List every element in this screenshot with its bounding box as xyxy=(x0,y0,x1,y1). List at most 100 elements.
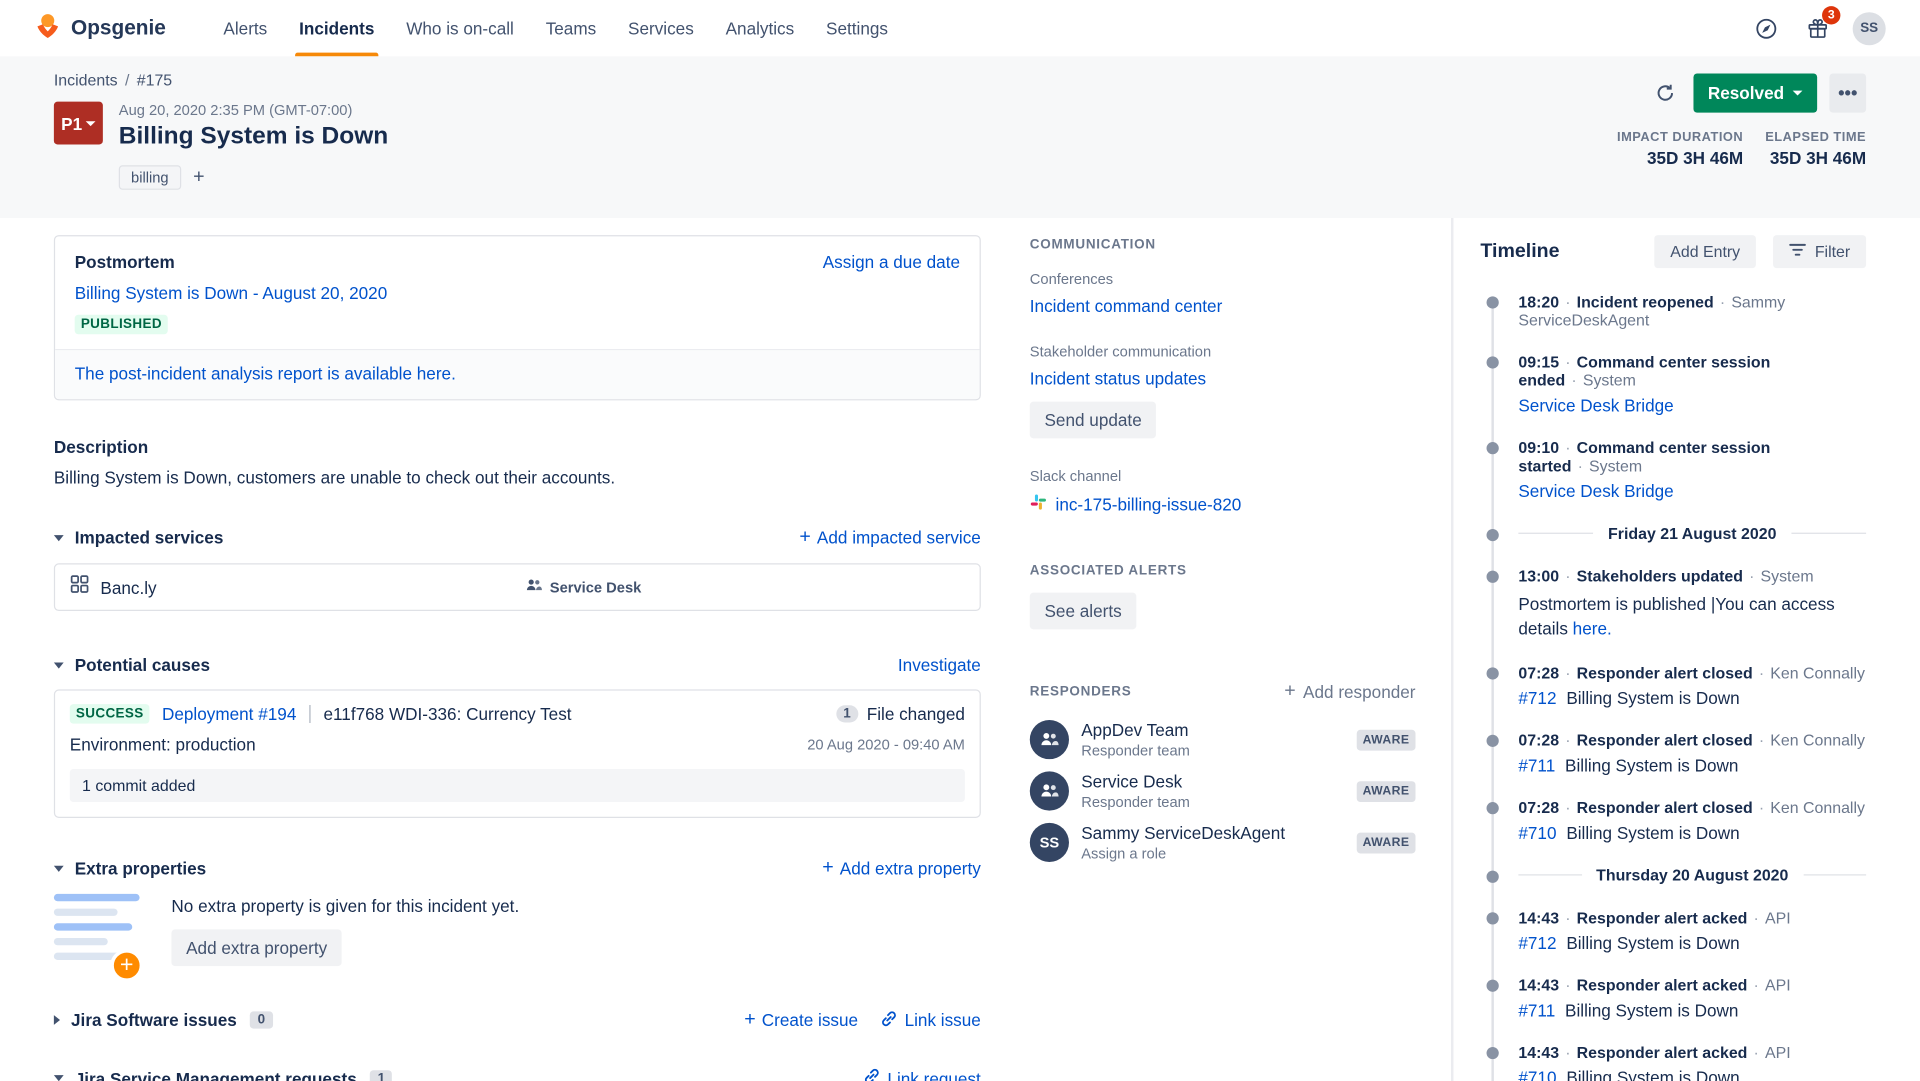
divider: | xyxy=(307,702,313,724)
commits-note[interactable]: 1 commit added xyxy=(69,768,965,803)
timeline-here-link[interactable]: here. xyxy=(1573,618,1612,638)
timeline-dot xyxy=(1486,802,1499,815)
postmortem-report-link[interactable]: Billing System is Down - August 20, 2020 xyxy=(75,283,960,303)
timeline-alert-link[interactable]: #712 xyxy=(1518,933,1556,953)
nav-item-analytics[interactable]: Analytics xyxy=(710,0,810,56)
chevron-down-icon xyxy=(85,120,96,126)
timeline-dot xyxy=(1486,870,1499,883)
tag-chip[interactable]: billing xyxy=(118,165,181,190)
add-responder-link[interactable]: + Add responder xyxy=(1284,681,1415,703)
impacted-services-header: Impacted services + Add impacted service xyxy=(53,527,981,549)
elapsed-time-label: ELAPSED TIME xyxy=(1765,129,1867,145)
plus-icon: + xyxy=(799,526,811,548)
jira-requests-header: Jira Service Management requests 1 Link … xyxy=(53,1068,981,1081)
gift-icon[interactable]: 3 xyxy=(1801,6,1841,44)
chevron-down-icon[interactable] xyxy=(53,1075,64,1081)
responder-list: AppDev Team Responder team AWARE Service De… xyxy=(1029,720,1416,863)
nav-item-alerts[interactable]: Alerts xyxy=(208,0,284,56)
refresh-icon[interactable] xyxy=(1649,77,1681,109)
assign-due-date-link[interactable]: Assign a due date xyxy=(823,252,960,272)
timeline-entry-time: 07:28 xyxy=(1518,798,1560,817)
description-title: Description xyxy=(53,437,149,457)
nav-item-incidents[interactable]: Incidents xyxy=(283,0,390,57)
responder-row[interactable]: Service Desk Responder team AWARE xyxy=(1029,771,1416,811)
responder-subtitle[interactable]: Assign a role xyxy=(1081,845,1285,862)
investigate-link[interactable]: Investigate xyxy=(898,655,981,675)
timeline-dot xyxy=(1486,1046,1499,1060)
status-button[interactable]: Resolved xyxy=(1693,73,1818,113)
add-extra-property-button[interactable]: Add extra property xyxy=(171,929,342,967)
more-actions-button[interactable]: ••• xyxy=(1829,73,1867,113)
chevron-down-icon[interactable] xyxy=(53,534,64,541)
timeline-entry-event: Responder alert closed xyxy=(1576,798,1753,817)
timeline-entry-event: Stakeholders updated xyxy=(1576,566,1743,586)
timeline-alert-text: Billing System is Down xyxy=(1566,1067,1740,1081)
timeline-bridge-link[interactable]: Service Desk Bridge xyxy=(1518,481,1673,501)
description-section: Description Billing System is Down, cust… xyxy=(54,437,981,487)
timeline-panel: Timeline Add Entry Filter 18:20 · Incide… xyxy=(1451,217,1920,1081)
link-icon xyxy=(880,1010,897,1031)
timeline-entry: 13:00 · Stakeholders updated · System Postmor… xyxy=(1486,566,1866,640)
incident-command-center-link[interactable]: Incident command center xyxy=(1030,296,1416,316)
timeline-body: 18:20 · Incident reopened · Sammy ServiceDes… xyxy=(1486,293,1920,1081)
timeline-entry-time: 14:43 xyxy=(1518,975,1560,995)
postmortem-title: Postmortem xyxy=(74,252,175,272)
brand[interactable]: Opsgenie xyxy=(34,12,166,45)
timeline-entry-event: Responder alert acked xyxy=(1576,975,1748,995)
add-tag-button[interactable]: + xyxy=(193,167,204,188)
compass-icon[interactable] xyxy=(1750,12,1782,44)
nav-item-settings[interactable]: Settings xyxy=(810,0,904,56)
timeline-alert-link[interactable]: #712 xyxy=(1518,688,1556,708)
incident-status-updates-link[interactable]: Incident status updates xyxy=(1030,369,1416,389)
chevron-down-icon[interactable] xyxy=(53,661,64,668)
nav-item-teams[interactable]: Teams xyxy=(530,0,612,56)
send-update-button[interactable]: Send update xyxy=(1029,401,1157,439)
timeline-dot xyxy=(1486,667,1499,680)
timeline-entry-time: 07:28 xyxy=(1518,731,1560,750)
create-issue-link[interactable]: + Create issue xyxy=(744,1009,858,1031)
add-entry-button[interactable]: Add Entry xyxy=(1654,235,1757,269)
slack-channel-link[interactable]: inc-175-billing-issue-820 xyxy=(1030,493,1241,514)
filter-button[interactable]: Filter xyxy=(1773,235,1867,269)
communication-title: COMMUNICATION xyxy=(1029,237,1156,253)
jira-requests-title: Jira Service Management requests xyxy=(74,1068,357,1081)
timeline-dot xyxy=(1486,296,1499,309)
breadcrumb-incidents-link[interactable]: Incidents xyxy=(54,71,118,89)
link-issue-link[interactable]: Link issue xyxy=(880,1010,981,1031)
jira-software-count: 0 xyxy=(250,1011,273,1029)
add-impacted-service-link[interactable]: + Add impacted service xyxy=(799,527,980,549)
nav-links: Alerts Incidents Who is on-call Teams Servic… xyxy=(208,0,904,57)
timeline-alert-link[interactable]: #710 xyxy=(1518,823,1556,843)
extra-properties-body: + No extra property is given for this in… xyxy=(53,893,981,983)
responder-row[interactable]: SS Sammy ServiceDeskAgent Assign a role AWA… xyxy=(1029,822,1416,863)
priority-label: P1 xyxy=(61,113,83,133)
side-column: COMMUNICATION Conferences Incident comma… xyxy=(1029,218,1416,1081)
service-icon xyxy=(70,574,90,600)
timeline-alert-link[interactable]: #711 xyxy=(1518,756,1555,776)
impacted-service-row[interactable]: Banc.ly Service Desk xyxy=(55,564,979,609)
chevron-right-icon[interactable] xyxy=(53,1015,61,1025)
chevron-down-icon[interactable] xyxy=(53,865,64,872)
timeline-dot xyxy=(1486,912,1499,925)
nav-item-services[interactable]: Services xyxy=(612,0,710,56)
top-nav: Opsgenie Alerts Incidents Who is on-call Te… xyxy=(0,0,1920,57)
nav-right: 3 SS xyxy=(1750,6,1886,45)
responder-row[interactable]: AppDev Team Responder team AWARE xyxy=(1029,720,1416,760)
timeline-entry-event: Responder alert acked xyxy=(1576,1043,1748,1062)
add-extra-property-link[interactable]: + Add extra property xyxy=(822,857,981,879)
incident-title: Billing System is Down xyxy=(118,122,389,150)
timeline-alert-link[interactable]: #711 xyxy=(1518,1000,1555,1020)
postmortem-analysis-link[interactable]: The post-incident analysis report is ava… xyxy=(75,364,456,384)
see-alerts-button[interactable]: See alerts xyxy=(1029,592,1137,630)
link-request-link[interactable]: Link request xyxy=(863,1068,981,1081)
impacted-services-card: Banc.ly Service Desk xyxy=(53,563,981,612)
nav-item-who-is-on-call[interactable]: Who is on-call xyxy=(390,0,529,56)
user-avatar[interactable]: SS xyxy=(1852,11,1886,45)
timeline-alert-text: Billing System is Down xyxy=(1566,688,1740,708)
timeline-entry: 14:43 · Responder alert acked · API #711 Billi… xyxy=(1486,975,1866,1020)
timeline-date-label: Thursday 20 August 2020 xyxy=(1596,865,1789,885)
timeline-bridge-link[interactable]: Service Desk Bridge xyxy=(1518,396,1673,416)
timeline-alert-link[interactable]: #710 xyxy=(1518,1068,1556,1081)
priority-badge[interactable]: P1 xyxy=(53,101,103,145)
deployment-link[interactable]: Deployment #194 xyxy=(162,704,296,724)
